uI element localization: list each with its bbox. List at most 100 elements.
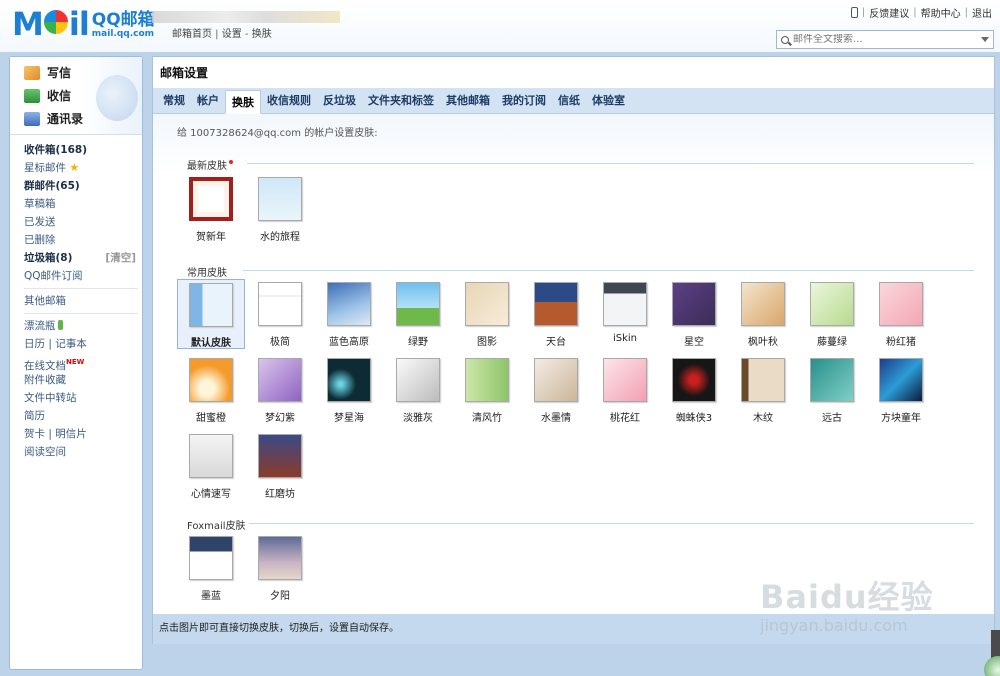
app-calendar[interactable]: 日历 [24, 338, 45, 350]
skin-option[interactable]: 水墨情 [522, 355, 590, 425]
section-foxmail-label: Foxmail皮肤 [187, 521, 246, 532]
skin-thumbnail [396, 358, 440, 402]
skin-option[interactable]: 甜蜜橙 [177, 355, 245, 425]
skin-option[interactable]: 极简 [246, 279, 314, 349]
tab-folders[interactable]: 文件夹和标签 [362, 89, 440, 113]
skin-option[interactable]: 图影 [453, 279, 521, 349]
skin-option[interactable]: 梦幻紫 [246, 355, 314, 425]
search-input[interactable] [793, 34, 973, 45]
phone-icon[interactable] [850, 7, 858, 18]
tab-subscriptions[interactable]: 我的订阅 [496, 89, 552, 113]
app-drift-bottle[interactable]: 漂流瓶 [24, 317, 142, 335]
skin-thumbnail [258, 177, 302, 221]
app-postcard[interactable]: 明信片 [55, 428, 87, 440]
chevron-down-icon[interactable] [981, 37, 989, 42]
tab-other-mail[interactable]: 其他邮箱 [440, 89, 496, 113]
qqmail-logo[interactable]: Mil QQ邮箱 mail.qq.com [12, 6, 155, 40]
skin-option[interactable]: 墨蓝 [177, 533, 245, 603]
skin-thumbnail [603, 282, 647, 326]
skin-option[interactable]: 水的旅程 [246, 174, 314, 244]
skin-thumbnail [810, 282, 854, 326]
tab-skin[interactable]: 换肤 [225, 90, 261, 114]
tab-account[interactable]: 帐户 [191, 89, 225, 113]
skin-thumbnail [258, 358, 302, 402]
folder-subscriptions[interactable]: QQ邮件订阅 [24, 267, 142, 285]
link-settings[interactable]: 设置 [222, 29, 242, 40]
skin-thumbnail [672, 358, 716, 402]
skin-name: 桃花红 [610, 413, 640, 424]
skin-description: 给 1007328624@qq.com 的帐户设置皮肤: [177, 128, 378, 139]
skin-thumbnail [879, 282, 923, 326]
tab-stationery[interactable]: 信纸 [552, 89, 586, 113]
folder-group[interactable]: 群邮件(65) [24, 177, 142, 195]
folder-drafts[interactable]: 草稿箱 [24, 195, 142, 213]
skin-option[interactable]: 木纹 [729, 355, 797, 425]
link-feedback[interactable]: 反馈建议 [869, 5, 909, 20]
search-icon [781, 35, 789, 44]
skin-option[interactable]: 蓝色高原 [315, 279, 383, 349]
tab-general[interactable]: 常规 [157, 89, 191, 113]
skin-option[interactable]: 贺新年 [177, 174, 245, 244]
tab-rules[interactable]: 收信规则 [261, 89, 317, 113]
link-logout[interactable]: 退出 [972, 5, 992, 20]
link-help[interactable]: 帮助中心 [921, 5, 961, 20]
skin-option[interactable]: 枫叶秋 [729, 279, 797, 349]
skin-name: 远古 [822, 413, 842, 424]
skin-option[interactable]: 天台 [522, 279, 590, 349]
account-name-blurred [152, 11, 340, 23]
search-box[interactable] [776, 30, 994, 49]
app-notes[interactable]: 记事本 [55, 338, 87, 350]
skin-option[interactable]: 星空 [660, 279, 728, 349]
tab-labs[interactable]: 体验室 [586, 89, 631, 113]
folder-spam[interactable]: 垃圾箱(8) [清空] [24, 249, 142, 267]
skin-thumbnail [258, 434, 302, 478]
skin-option[interactable]: 默认皮肤 [177, 279, 245, 349]
empty-spam-link[interactable]: [清空] [105, 249, 136, 267]
skin-name: 水的旅程 [260, 232, 300, 243]
skin-name: 墨蓝 [201, 591, 221, 602]
app-cards: 贺卡 | 明信片 [24, 428, 87, 440]
folder-deleted[interactable]: 已删除 [24, 231, 142, 249]
app-resume[interactable]: 简历 [24, 407, 142, 425]
skin-name: 默认皮肤 [191, 338, 231, 349]
skin-option[interactable]: iSkin [591, 279, 659, 349]
skin-thumbnail [672, 282, 716, 326]
skin-name: 粉红猪 [886, 337, 916, 348]
skin-thumbnail [189, 536, 233, 580]
skin-option[interactable]: 淡雅灰 [384, 355, 452, 425]
skin-option[interactable]: 粉红猪 [867, 279, 935, 349]
quick-actions: 写信 收信 通讯录 [10, 57, 142, 135]
skin-option[interactable]: 桃花红 [591, 355, 659, 425]
folder-sent[interactable]: 已发送 [24, 213, 142, 231]
skin-option[interactable]: 心情速写 [177, 431, 245, 501]
skin-option[interactable]: 清风竹 [453, 355, 521, 425]
tab-antispam[interactable]: 反垃圾 [317, 89, 362, 113]
skin-option[interactable]: 绿野 [384, 279, 452, 349]
skin-option[interactable]: 远古 [798, 355, 866, 425]
folder-list: 收件箱(168) 星标邮件 ★ 群邮件(65) 草稿箱 已发送 已删除 垃圾箱(… [10, 135, 142, 461]
skin-option[interactable]: 蜘蛛侠3 [660, 355, 728, 425]
app-file-transfer[interactable]: 文件中转站 [24, 389, 142, 407]
skin-option[interactable]: 夕阳 [246, 533, 314, 603]
section-latest-label: 最新皮肤 [187, 157, 233, 172]
skin-option[interactable]: 梦星海 [315, 355, 383, 425]
skin-option[interactable]: 红磨坊 [246, 431, 314, 501]
pencil-icon [24, 65, 40, 80]
skin-option[interactable]: 藤蔓绿 [798, 279, 866, 349]
skin-name: 梦星海 [334, 413, 364, 424]
folder-starred[interactable]: 星标邮件 ★ [24, 159, 142, 177]
skin-thumbnail [603, 358, 647, 402]
link-skin[interactable]: 换肤 [252, 29, 272, 40]
folder-inbox[interactable]: 收件箱(168) [24, 141, 142, 159]
link-mail-home[interactable]: 邮箱首页 [172, 29, 212, 40]
skin-name: 红磨坊 [265, 489, 295, 500]
app-greeting-card[interactable]: 贺卡 [24, 428, 45, 440]
app-reading[interactable]: 阅读空间 [24, 443, 142, 461]
skin-option[interactable]: 方块童年 [867, 355, 935, 425]
skin-thumbnail [465, 358, 509, 402]
mascot-decoration [96, 75, 138, 121]
app-online-docs[interactable]: 在线文档NEW [24, 353, 142, 372]
folder-other-mail[interactable]: 其他邮箱 [24, 292, 142, 310]
top-links: | 反馈建议 | 帮助中心 | 退出 [850, 5, 992, 20]
app-attachments[interactable]: 附件收藏 [24, 371, 142, 389]
